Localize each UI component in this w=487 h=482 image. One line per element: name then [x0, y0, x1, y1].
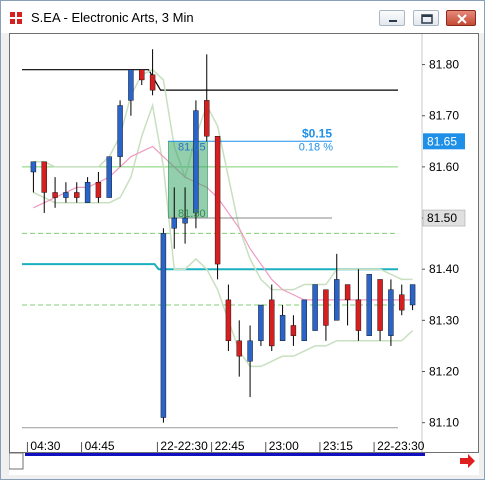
- candle[interactable]: [236, 340, 242, 357]
- candle[interactable]: [258, 304, 264, 342]
- measure-high-value: 81.65: [178, 141, 206, 153]
- candle[interactable]: [95, 182, 102, 198]
- candle[interactable]: [399, 294, 405, 311]
- maximize-button[interactable]: [413, 10, 439, 26]
- lower-band-line: [33, 102, 414, 368]
- candle[interactable]: [247, 340, 253, 362]
- candle[interactable]: [117, 105, 123, 157]
- measure-low-value: 81.50: [178, 208, 206, 220]
- price-label: 81.40: [429, 262, 459, 276]
- candle[interactable]: [409, 284, 416, 306]
- moving-average-line: [33, 145, 413, 301]
- candle[interactable]: [41, 161, 47, 193]
- time-label: 22:45: [215, 439, 245, 452]
- price-label: 81.10: [429, 416, 459, 430]
- time-label: 23:00: [269, 439, 299, 452]
- current-price-badge-label: 81.65: [427, 134, 457, 148]
- price-label: 81.30: [429, 313, 459, 327]
- candle[interactable]: [160, 233, 167, 418]
- candle[interactable]: [139, 69, 145, 81]
- measure-percent-label: 0.18 %: [299, 141, 333, 153]
- candle[interactable]: [301, 299, 307, 342]
- chart-window: S.EA - Electronic Arts, 3 Min $0.15 0.18 …: [0, 0, 485, 480]
- price-label: 81.80: [429, 58, 459, 72]
- candle[interactable]: [84, 182, 91, 203]
- candle[interactable]: [334, 279, 340, 321]
- time-label: 23:15: [323, 439, 353, 452]
- candle[interactable]: [312, 284, 318, 331]
- price-label: 81.60: [429, 160, 459, 174]
- price-label: 81.20: [429, 365, 459, 379]
- title-bar[interactable]: S.EA - Electronic Arts, 3 Min: [1, 1, 484, 33]
- window-title: S.EA - Electronic Arts, 3 Min: [31, 10, 194, 25]
- teal-level-line[interactable]: [22, 263, 398, 271]
- upper-band-line: [33, 68, 413, 291]
- reference-price-badge-label: 81.50: [427, 211, 457, 225]
- scroll-range-bar[interactable]: [25, 453, 425, 456]
- candle[interactable]: [106, 156, 112, 198]
- scroll-right-arrow-icon[interactable]: [460, 454, 475, 468]
- candle[interactable]: [377, 279, 383, 331]
- candle[interactable]: [269, 299, 275, 347]
- candle[interactable]: [279, 315, 286, 342]
- candle[interactable]: [193, 110, 199, 214]
- candle[interactable]: [128, 69, 134, 101]
- chart-area[interactable]: $0.150.18 % 81.65 81.50 81.80 81.70 81.60 81.5…: [9, 33, 479, 453]
- candle[interactable]: [149, 74, 156, 91]
- scroll-thumb-box[interactable]: [8, 452, 24, 470]
- time-label: 22-23:30: [377, 439, 425, 452]
- candle[interactable]: [388, 289, 394, 336]
- price-label: 81.70: [429, 109, 459, 123]
- candle[interactable]: [355, 299, 362, 331]
- time-label: 04:45: [85, 439, 115, 452]
- resistance-line[interactable]: [22, 69, 398, 91]
- time-scrollbar[interactable]: [8, 452, 479, 475]
- app-grid-icon: [10, 12, 22, 24]
- candle[interactable]: [63, 192, 69, 198]
- candlestick-chart[interactable]: $0.150.18 % 81.65 81.50 81.80 81.70 81.60 81.5…: [10, 34, 478, 453]
- candle[interactable]: [323, 289, 329, 326]
- maximize-icon: [421, 14, 433, 24]
- minimize-icon: [389, 20, 397, 22]
- candle[interactable]: [366, 274, 372, 336]
- candle[interactable]: [171, 217, 177, 229]
- candle[interactable]: [52, 192, 58, 198]
- candle[interactable]: [214, 135, 221, 265]
- candle[interactable]: [204, 100, 210, 137]
- measure-change-label: $0.15: [302, 126, 332, 140]
- time-label: 22-22:30: [160, 439, 208, 452]
- candle[interactable]: [344, 284, 351, 301]
- candle[interactable]: [74, 192, 80, 198]
- close-button[interactable]: [446, 10, 476, 26]
- candle[interactable]: [290, 325, 297, 336]
- candle[interactable]: [30, 161, 37, 173]
- minimize-button[interactable]: [379, 10, 405, 26]
- time-label: 04:30: [30, 439, 60, 452]
- close-icon: [457, 14, 467, 24]
- candle[interactable]: [225, 299, 232, 342]
